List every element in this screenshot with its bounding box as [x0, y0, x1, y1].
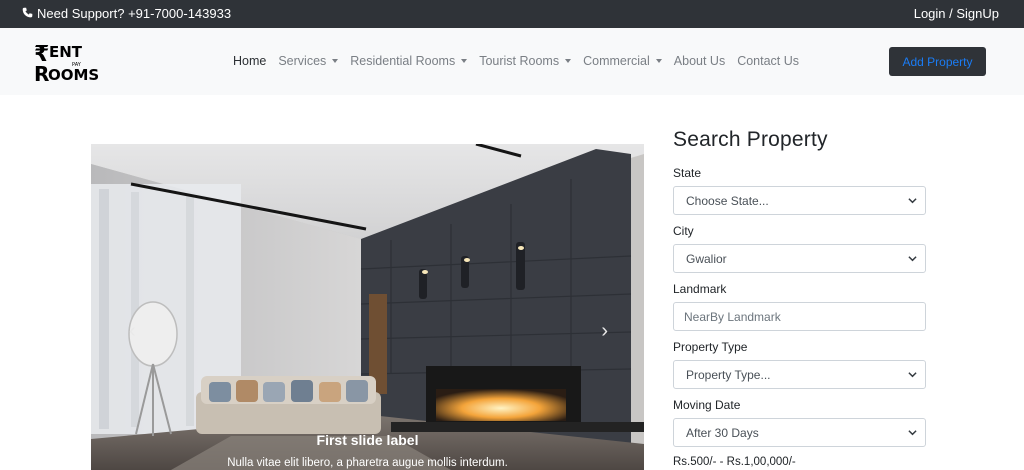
price-range-label: Rs.500/- - Rs.1,00,000/-: [673, 456, 796, 468]
nav-services[interactable]: Services: [278, 54, 339, 68]
carousel-next-icon[interactable]: ›: [601, 320, 608, 343]
nav-tourist-rooms[interactable]: Tourist Rooms: [479, 54, 572, 68]
top-bar: Need Support? +91-7000-143933 Login / Si…: [0, 0, 1024, 28]
image-carousel: ‹ › First slide label Nulla vitae elit l…: [91, 144, 644, 470]
search-property-panel: Search Property State Choose State... Ci…: [673, 128, 926, 468]
city-select-value: Gwalior: [686, 251, 727, 266]
carousel-caption-title: First slide label: [316, 432, 419, 448]
chevron-down-icon: [908, 198, 917, 204]
chevron-down-icon: [908, 256, 917, 262]
search-title: Search Property: [673, 128, 828, 151]
navbar: ₹ ENT PAY R OOMS Home Services Residenti…: [0, 28, 1024, 95]
svg-text:ENT: ENT: [49, 43, 83, 61]
landmark-placeholder: NearBy Landmark: [684, 309, 781, 324]
moving-date-label: Moving Date: [673, 398, 741, 412]
state-select[interactable]: Choose State...: [673, 186, 926, 215]
caret-down-icon: [461, 59, 468, 63]
main-nav: Home Services Residential Rooms Tourist …: [233, 54, 811, 68]
caret-down-icon: [332, 59, 339, 63]
nav-residential-rooms[interactable]: Residential Rooms: [350, 54, 468, 68]
add-property-button[interactable]: Add Property: [889, 47, 986, 76]
living-room-image: [91, 144, 644, 470]
moving-date-value: After 30 Days: [686, 425, 759, 440]
phone-icon: [22, 6, 33, 21]
property-type-select[interactable]: Property Type...: [673, 360, 926, 389]
property-type-value: Property Type...: [686, 367, 771, 382]
state-select-value: Choose State...: [686, 193, 769, 208]
support-text: Need Support? +91-7000-143933: [37, 6, 232, 21]
chevron-down-icon: [908, 430, 917, 436]
landmark-label: Landmark: [673, 282, 727, 296]
city-select[interactable]: Gwalior: [673, 244, 926, 273]
support-info: Need Support? +91-7000-143933: [22, 6, 231, 21]
nav-about-us[interactable]: About Us: [674, 54, 725, 68]
chevron-down-icon: [908, 372, 917, 378]
carousel-prev-icon[interactable]: ‹: [129, 320, 136, 343]
city-label: City: [673, 224, 694, 238]
nav-contact-us[interactable]: Contact Us: [737, 54, 799, 68]
moving-date-select[interactable]: After 30 Days: [673, 418, 926, 447]
landmark-input[interactable]: NearBy Landmark: [673, 302, 926, 331]
state-label: State: [673, 166, 702, 180]
svg-text:OOMS: OOMS: [48, 66, 99, 84]
rent-pay-rooms-logo[interactable]: ₹ ENT PAY R OOMS: [34, 40, 114, 86]
login-signup-link[interactable]: Login / SignUp: [914, 6, 999, 21]
carousel-caption-text: Nulla vitae elit libero, a pharetra augu…: [227, 457, 508, 469]
nav-home[interactable]: Home: [233, 54, 266, 68]
property-type-label: Property Type: [673, 340, 748, 354]
caret-down-icon: [565, 59, 572, 63]
nav-commercial[interactable]: Commercial: [583, 54, 662, 68]
caret-down-icon: [655, 59, 662, 63]
